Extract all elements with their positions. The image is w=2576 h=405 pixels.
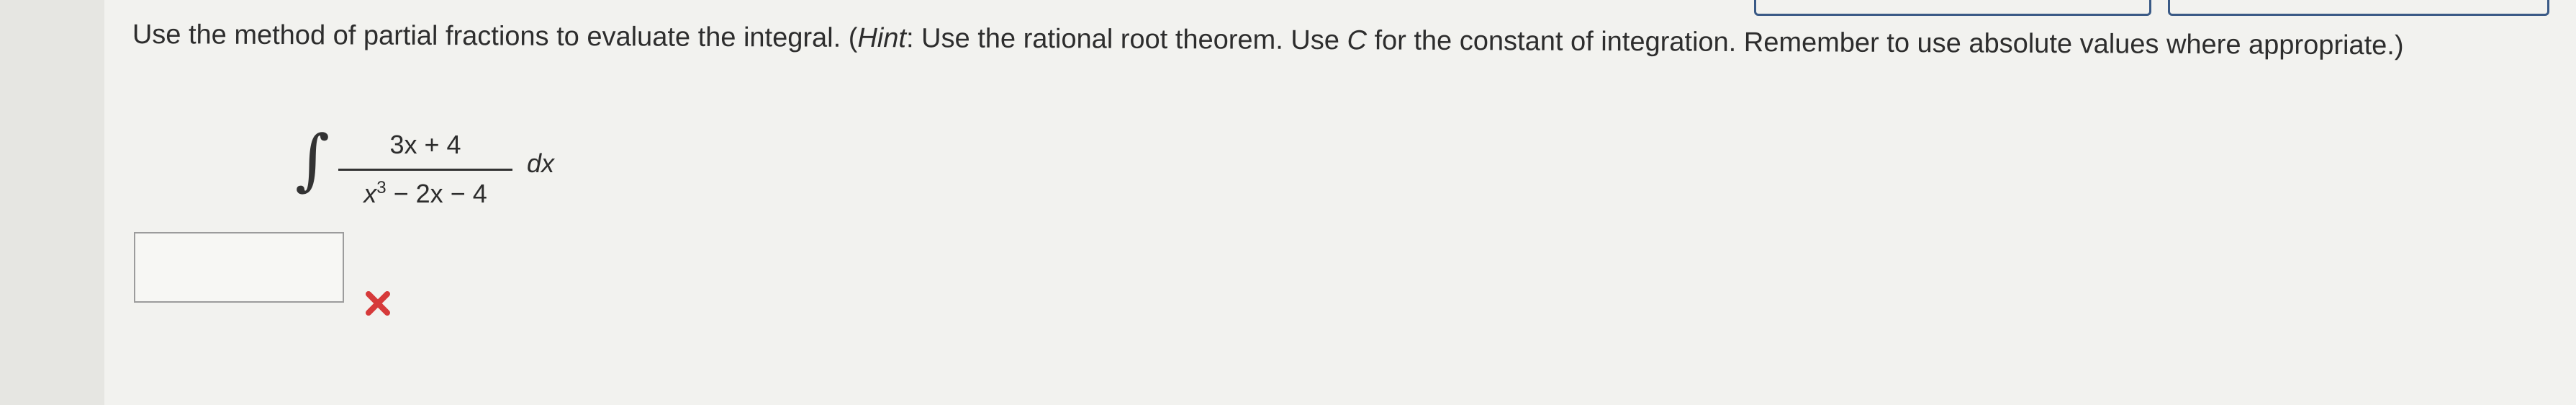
fraction-numerator: 3x + 4 [389, 130, 461, 159]
integral-expression: ∫ 3x + 4 x3 − 2x − 4 dx [295, 117, 569, 225]
denominator-rest: − 2x − 4 [386, 179, 487, 208]
top-tab-left[interactable] [1754, 0, 2151, 16]
fraction: 3x + 4 x3 − 2x − 4 [335, 130, 515, 209]
denominator-variable: x [363, 179, 377, 208]
hint-label: Hint [857, 22, 907, 54]
question-lead: Use the method of partial fractions to e… [132, 19, 858, 53]
denominator-exponent: 3 [376, 178, 387, 197]
incorrect-x-icon [366, 291, 390, 316]
answer-input[interactable] [134, 232, 344, 303]
differential-dx: dx [527, 148, 555, 178]
fraction-denominator: x3 − 2x − 4 [335, 171, 515, 209]
integral-sign: ∫ [295, 121, 330, 198]
left-margin-strip [0, 0, 104, 405]
constant-symbol: C [1347, 25, 1368, 56]
top-tab-right[interactable] [2168, 0, 2549, 16]
question-tail: for the constant of integration. Remembe… [1366, 25, 2404, 61]
hint-text: : Use the rational root theorem. Use [905, 23, 1347, 56]
